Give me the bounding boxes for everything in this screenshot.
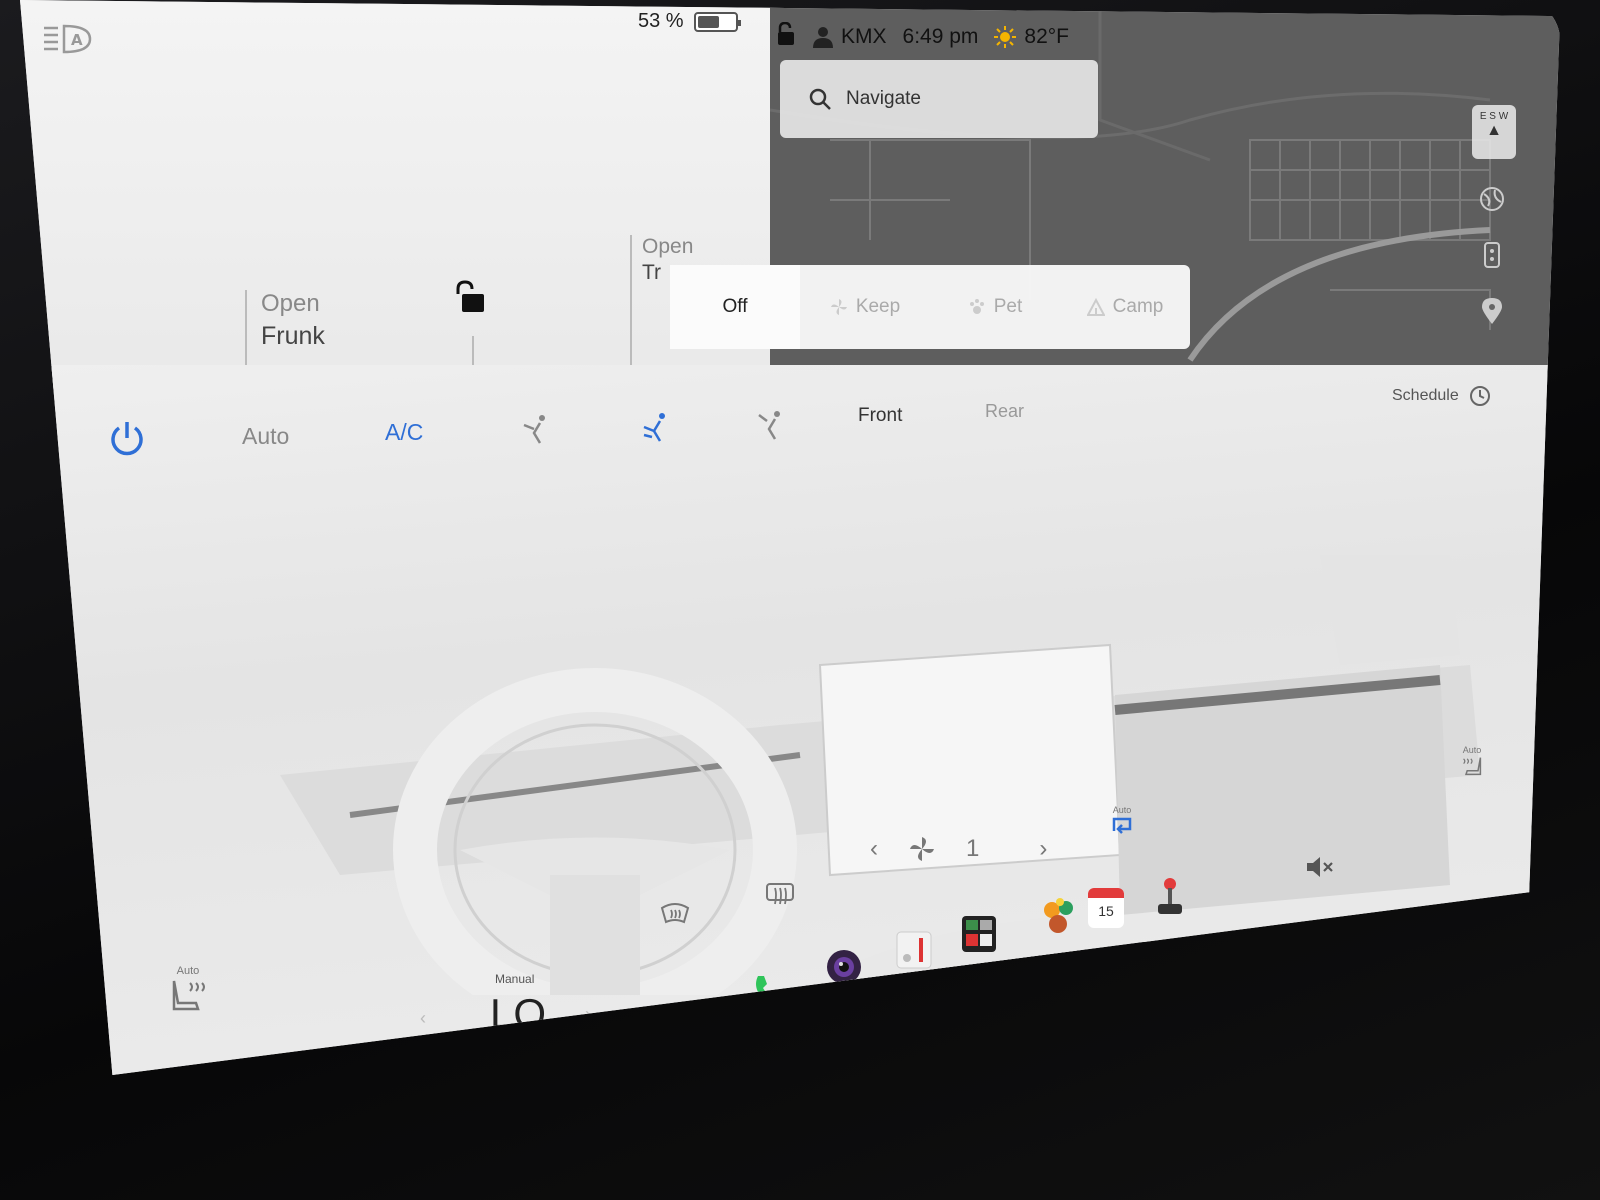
recirculate-icon <box>1112 817 1132 834</box>
airflow-face-button[interactable] <box>520 413 550 445</box>
front-defrost-icon[interactable] <box>660 900 690 926</box>
schedule-label: Schedule <box>1392 387 1459 404</box>
fan-decrease-chevron-icon[interactable]: ‹ <box>870 835 878 863</box>
svg-text:A: A <box>71 31 83 49</box>
fan-small-icon <box>830 299 847 315</box>
battery-icon <box>693 11 741 32</box>
power-icon <box>111 422 143 456</box>
map-toolbar: E S W ▲ <box>1472 105 1516 347</box>
fan-increase-chevron-icon[interactable]: › <box>1039 835 1047 863</box>
airflow-face-icon <box>523 415 545 444</box>
outside-temperature: 82°F <box>1024 25 1069 48</box>
calendar-day: 15 <box>1098 903 1114 919</box>
airflow-feet-button[interactable] <box>640 411 670 443</box>
toybox-app-icon[interactable] <box>960 914 998 954</box>
navigate-search[interactable]: Navigate <box>780 60 1098 138</box>
right-seat-heater-button[interactable]: Auto <box>1460 745 1484 779</box>
recirculation-label: Auto <box>1112 805 1132 815</box>
joystick-app-icon[interactable] <box>1152 876 1188 918</box>
battery-status: 53 % <box>638 10 741 33</box>
airflow-feet-icon <box>643 413 665 442</box>
person-icon <box>813 27 833 48</box>
satellite-globe-icon[interactable] <box>1472 179 1512 219</box>
keeper-pet-label: Pet <box>993 296 1023 317</box>
front-zone-tab[interactable]: Front <box>858 405 902 427</box>
weather: 82°F <box>994 25 1069 49</box>
frunk-label-line1: Open <box>261 290 320 317</box>
unlock-icon[interactable] <box>450 280 490 316</box>
keeper-keep-label: Keep <box>855 296 901 317</box>
seat-heater-icon <box>172 980 205 1011</box>
calendar-app-icon[interactable]: 15 <box>1088 888 1124 928</box>
navigate-label: Navigate <box>846 88 921 109</box>
ac-button[interactable]: A/C <box>385 419 423 446</box>
lock-status-icon[interactable] <box>775 21 797 52</box>
keeper-option-off[interactable]: Off <box>670 265 800 349</box>
right-seat-heater-label: Auto <box>1462 745 1482 755</box>
left-seat-heater-button[interactable]: Auto <box>168 965 208 1016</box>
status-bar: KMX 6:49 pm 82°F <box>775 21 1069 52</box>
airflow-windshield-icon <box>758 411 780 440</box>
climate-controls-row: Auto A/C Front Rear <box>20 401 1520 475</box>
energy-app-icon[interactable] <box>895 930 933 970</box>
clock-icon <box>1469 386 1490 406</box>
schedule-button[interactable]: Schedule <box>1392 385 1491 407</box>
charging-stations-icon[interactable] <box>1472 235 1512 275</box>
sun-icon <box>994 26 1017 48</box>
rear-zone-tab[interactable]: Rear <box>985 401 1024 422</box>
keeper-option-keep[interactable]: Keep <box>800 265 930 349</box>
fan-icon <box>910 837 934 861</box>
keeper-off-label: Off <box>722 296 748 317</box>
compass-icon[interactable]: E S W ▲ <box>1472 105 1516 159</box>
temp-decrease-chevron-icon[interactable]: ‹ <box>420 1008 426 1029</box>
battery-fill <box>697 15 719 28</box>
trunk-label-line1: Open <box>642 235 694 258</box>
mute-volume-icon[interactable] <box>1305 855 1335 879</box>
climate-power-button[interactable] <box>108 419 146 457</box>
keeper-option-camp[interactable]: Camp <box>1060 265 1190 349</box>
search-icon <box>809 88 831 110</box>
frunk-label-line2: Frunk <box>261 322 325 350</box>
left-seat-heater-label: Auto <box>176 965 200 977</box>
temperature-mode-label: Manual <box>495 972 535 986</box>
keeper-option-pet[interactable]: Pet <box>930 265 1060 349</box>
touchscreen: A 53 % Open Frunk Open Tr KMX 6:49 pm 82… <box>20 0 1560 1075</box>
climate-keeper-selector: Off Keep Pet Camp <box>670 265 1190 349</box>
driver-profile[interactable]: KMX <box>813 25 887 49</box>
airflow-windshield-button[interactable] <box>755 409 785 441</box>
recirculation-button[interactable]: Auto <box>1110 805 1134 839</box>
auto-climate-button[interactable]: Auto <box>242 423 289 450</box>
clock: 6:49 pm <box>902 25 979 48</box>
location-pin-icon[interactable] <box>1472 291 1512 331</box>
tent-icon <box>1086 298 1105 316</box>
fan-speed-control: ‹ 1 › <box>870 835 1047 863</box>
battery-percent: 53 % <box>638 10 684 32</box>
paw-icon <box>969 299 984 314</box>
auto-headlights-icon[interactable]: A <box>42 22 94 56</box>
seat-heater-icon <box>1463 757 1482 776</box>
arcade-app-icon[interactable] <box>1040 896 1078 936</box>
profile-name: KMX <box>841 25 887 48</box>
fan-speed-value: 1 <box>966 835 980 862</box>
keeper-camp-label: Camp <box>1112 296 1164 317</box>
